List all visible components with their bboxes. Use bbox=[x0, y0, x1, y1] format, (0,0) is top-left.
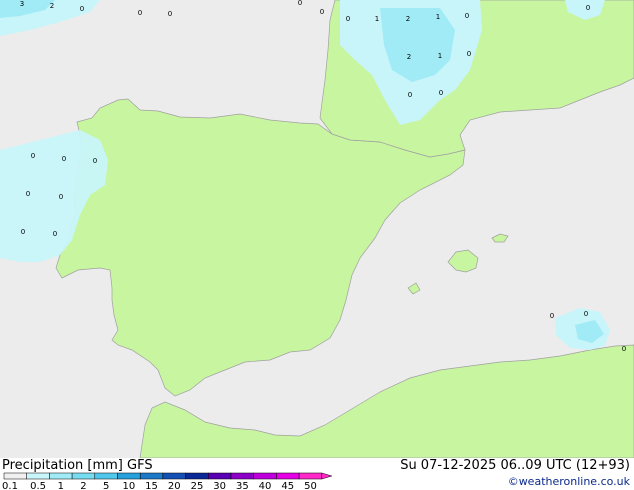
legend-swatch bbox=[208, 472, 232, 480]
map-value-label: 0 bbox=[21, 228, 25, 236]
legend-swatch bbox=[3, 472, 27, 480]
map-value-label: 0 bbox=[467, 50, 471, 58]
map-value-label: 0 bbox=[138, 9, 142, 17]
map-value-label: 2 bbox=[407, 53, 411, 61]
map-value-label: 1 bbox=[438, 52, 442, 60]
legend-swatch bbox=[276, 472, 300, 480]
legend-label: 1 bbox=[58, 481, 64, 490]
color-legend: 0.1 0.5 1 2 5 10 15 20 25 30 35 40 45 50 bbox=[2, 472, 333, 490]
legend-label: 50 bbox=[304, 481, 317, 490]
legend-label: 25 bbox=[191, 481, 204, 490]
legend-swatches bbox=[3, 472, 333, 480]
legend-swatch bbox=[94, 472, 118, 480]
map-value-label: 0 bbox=[53, 230, 57, 238]
map-value-label: 3 bbox=[20, 0, 24, 8]
map-value-label: 0 bbox=[320, 8, 324, 16]
map-value-label: 2 bbox=[50, 2, 54, 10]
map-value-label: 0 bbox=[550, 312, 554, 320]
map-value-label: 2 bbox=[406, 15, 410, 23]
map-value-label: 0 bbox=[62, 155, 66, 163]
valid-time: Su 07-12-2025 06..09 UTC (12+93) bbox=[400, 458, 630, 473]
map-value-label: 0 bbox=[298, 0, 302, 7]
map-value-label: 0 bbox=[168, 10, 172, 18]
legend-swatch bbox=[117, 472, 141, 480]
map-value-label: 0 bbox=[584, 310, 588, 318]
legend-swatch bbox=[49, 472, 73, 480]
map-value-label: 0 bbox=[26, 190, 30, 198]
credit-link[interactable]: ©weatheronline.co.uk bbox=[508, 475, 630, 488]
legend-label: 45 bbox=[281, 481, 294, 490]
legend-swatch bbox=[253, 472, 277, 480]
map-value-label: 0 bbox=[622, 345, 626, 353]
map-canvas: 3 2 0 0 0 0 1 2 1 0 2 1 0 0 0 0 0 0 0 0 0 0 0 0 0 0 0 0 bbox=[0, 0, 634, 458]
legend-label: 40 bbox=[259, 481, 272, 490]
map-value-label: 0 bbox=[346, 15, 350, 23]
map-value-label: 0 bbox=[408, 91, 412, 99]
legend-labels: 0.1 0.5 1 2 5 10 15 20 25 30 35 40 45 50 bbox=[2, 481, 317, 490]
legend-swatch bbox=[162, 472, 186, 480]
legend-label: 0.1 bbox=[2, 481, 18, 490]
legend-label: 20 bbox=[168, 481, 181, 490]
legend-label: 30 bbox=[213, 481, 226, 490]
legend-label: 2 bbox=[80, 481, 86, 490]
map-value-label: 0 bbox=[93, 157, 97, 165]
legend-swatch bbox=[71, 472, 96, 480]
map-value-label: 0 bbox=[80, 5, 84, 13]
legend-swatch bbox=[185, 472, 209, 480]
legend-label: 10 bbox=[122, 481, 135, 490]
legend-swatch bbox=[26, 472, 50, 480]
map-value-label: 0 bbox=[586, 4, 590, 12]
map-value-label: 1 bbox=[436, 13, 440, 21]
chart-title: Precipitation [mm] GFS bbox=[2, 458, 153, 473]
legend-swatch bbox=[139, 472, 164, 480]
map-value-label: 1 bbox=[375, 15, 379, 23]
legend-label: 0.5 bbox=[30, 481, 46, 490]
map-value-label: 0 bbox=[31, 152, 35, 160]
legend-swatch bbox=[298, 472, 323, 480]
legend-swatch bbox=[230, 472, 254, 480]
legend-label: 35 bbox=[236, 481, 249, 490]
legend-label: 15 bbox=[145, 481, 158, 490]
legend-overflow-arrow bbox=[321, 472, 333, 480]
precipitation-map: 3 2 0 0 0 0 1 2 1 0 2 1 0 0 0 0 0 0 0 0 0 0 0 0 0 0 0 0 bbox=[0, 0, 634, 458]
map-value-label: 0 bbox=[59, 193, 63, 201]
map-value-label: 0 bbox=[439, 89, 443, 97]
legend-label: 5 bbox=[103, 481, 109, 490]
map-value-label: 0 bbox=[465, 12, 469, 20]
